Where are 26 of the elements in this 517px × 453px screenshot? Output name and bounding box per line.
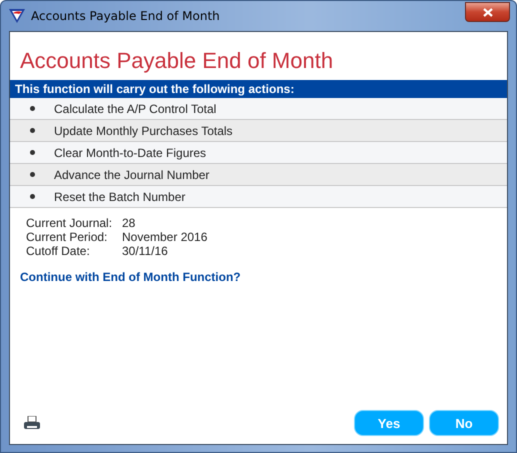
bullet-icon xyxy=(30,106,35,111)
action-text: Calculate the A/P Control Total xyxy=(54,102,216,116)
dialog-heading: Accounts Payable End of Month xyxy=(19,47,334,75)
bullet-icon xyxy=(30,128,35,133)
detail-value: 30/11/16 xyxy=(122,244,169,258)
detail-label: Current Period: xyxy=(26,230,108,244)
bullet-icon xyxy=(30,150,35,155)
action-text: Update Monthly Purchases Totals xyxy=(54,124,233,138)
close-button[interactable] xyxy=(465,2,510,22)
bullet-icon xyxy=(30,172,35,177)
detail-label: Current Journal: xyxy=(26,216,114,230)
dialog-button[interactable]: Yes xyxy=(354,410,424,436)
confirm-question: Continue with End of Month Function? xyxy=(19,269,242,286)
bullet-icon xyxy=(30,194,35,199)
detail-value: November 2016 xyxy=(122,230,208,244)
action-text: Advance the Journal Number xyxy=(54,168,210,182)
dialog-button[interactable]: No xyxy=(429,410,499,436)
action-text: Reset the Batch Number xyxy=(54,190,186,204)
printer-icon[interactable] xyxy=(24,416,40,430)
logo-icon xyxy=(9,9,25,23)
close-icon xyxy=(482,8,492,16)
window-title: Accounts Payable End of Month xyxy=(31,9,221,23)
detail-value: 28 xyxy=(122,216,136,230)
detail-label: Cutoff Date: xyxy=(26,244,91,258)
action-text: Clear Month-to-Date Figures xyxy=(54,146,206,160)
actions-header: This function will carry out the following actions: xyxy=(10,80,507,98)
